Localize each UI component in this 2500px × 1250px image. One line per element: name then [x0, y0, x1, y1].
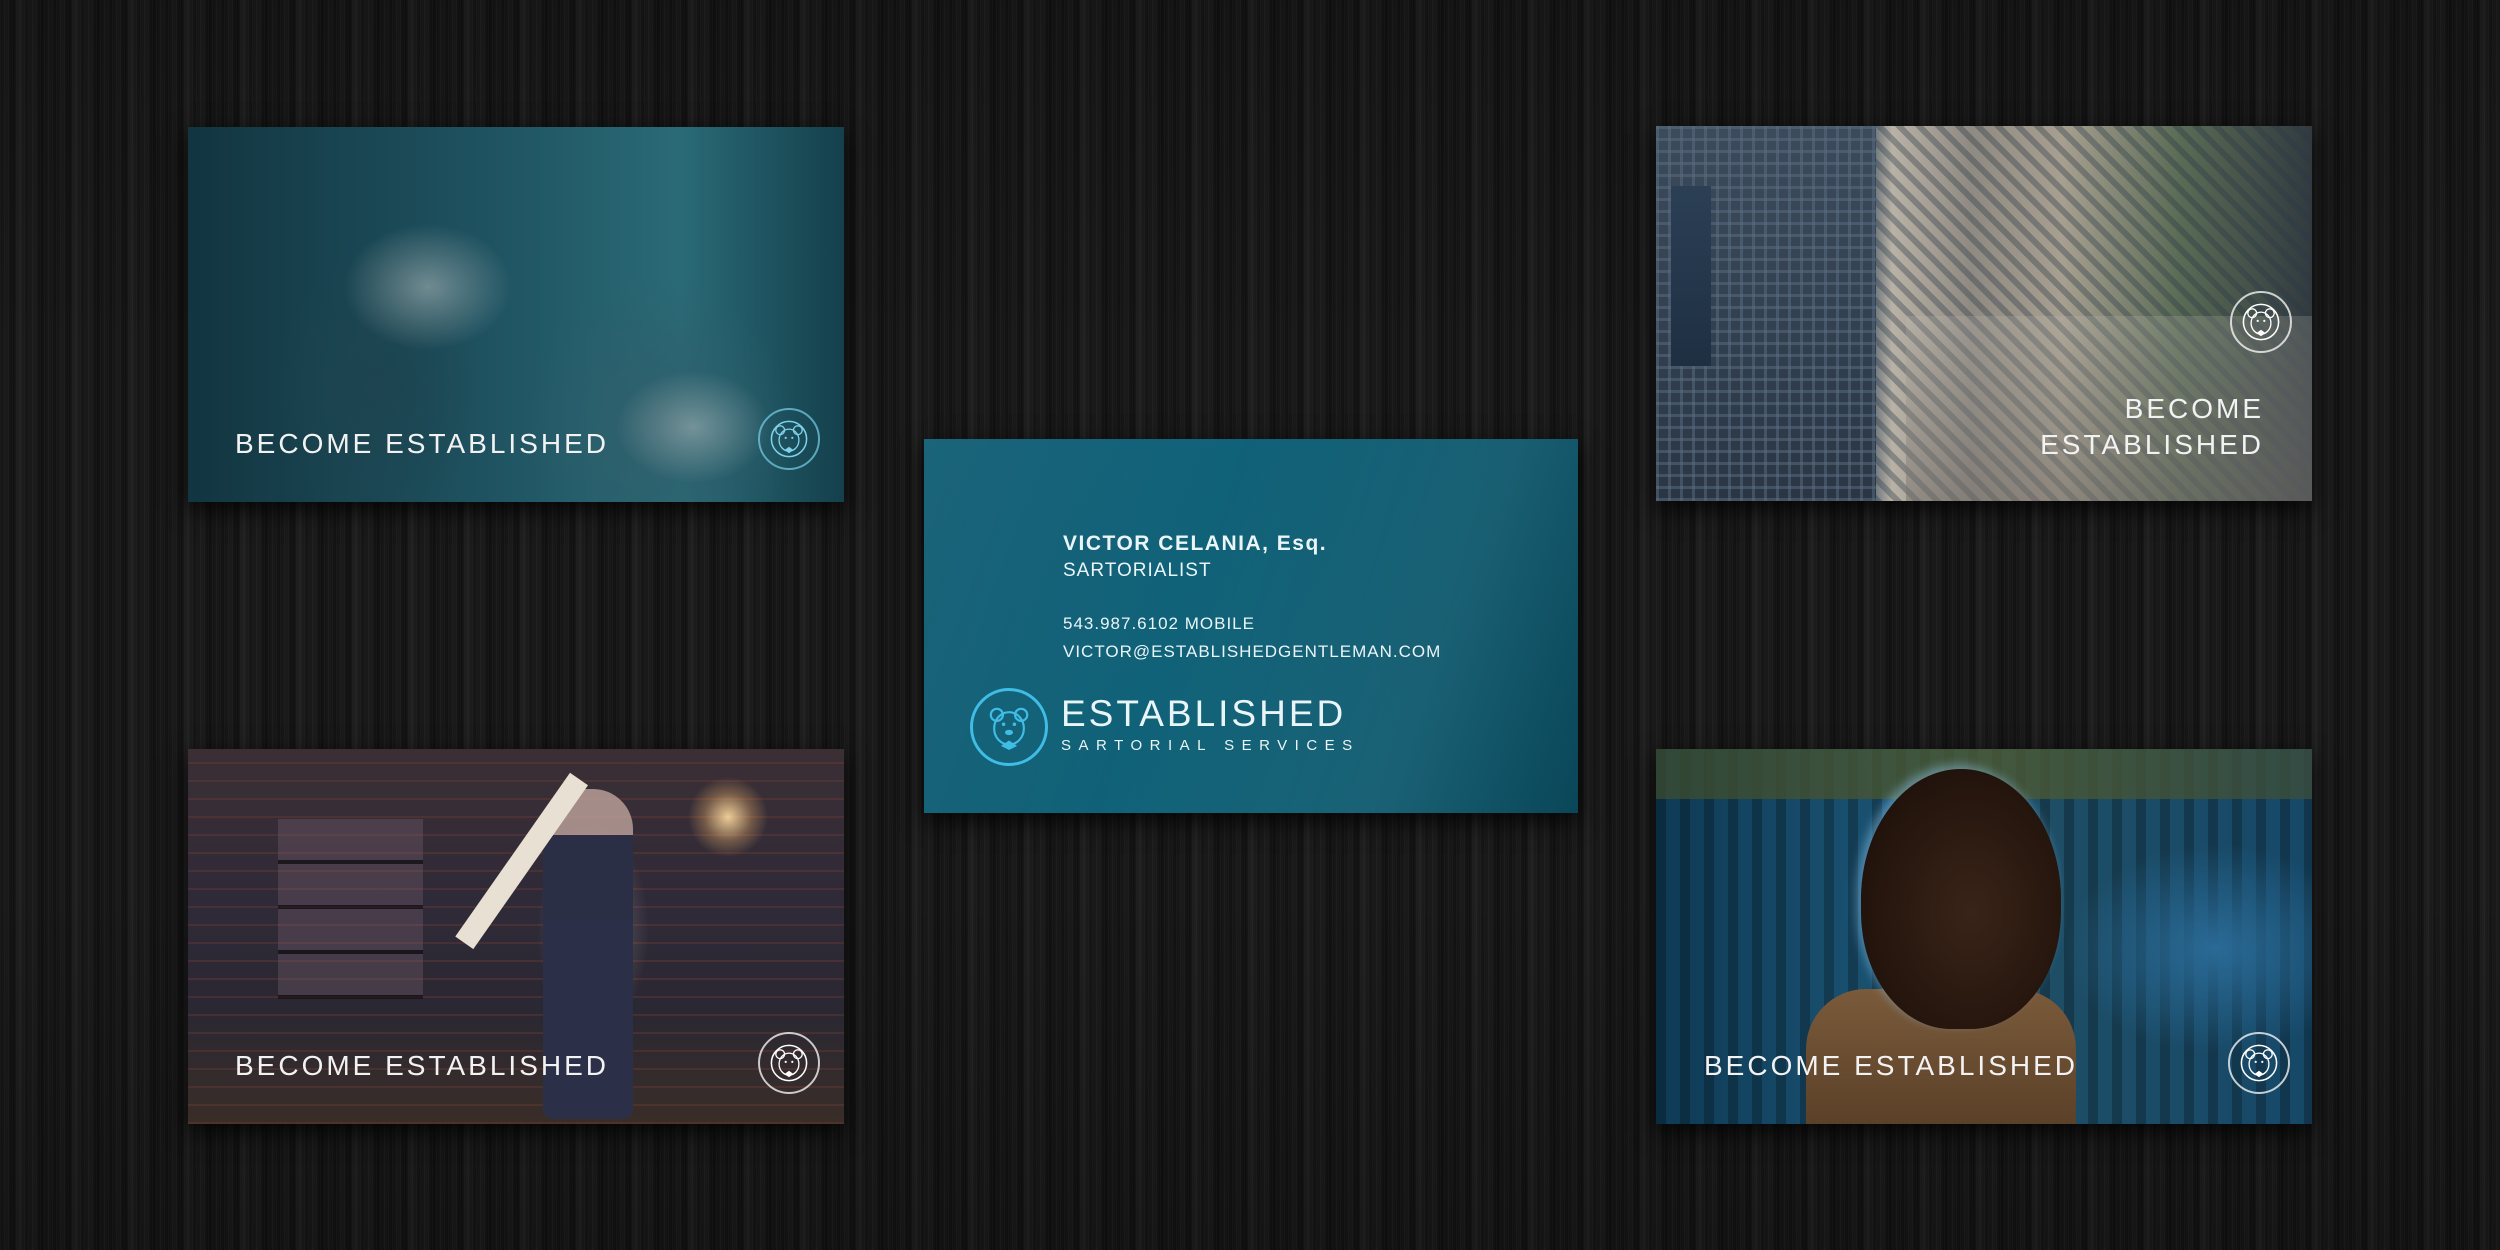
card-tagline: BECOME ESTABLISHED: [235, 428, 610, 459]
bear-crest-icon: [758, 408, 820, 470]
bear-crest-icon: [970, 688, 1048, 766]
card-tagline: BECOME ESTABLISHED: [235, 1050, 610, 1081]
bookshelf: [278, 819, 423, 999]
card-contact: VICTOR CELANIA, Esq. SARTORIALIST 543.98…: [924, 439, 1578, 813]
card-tagline: BECOME ESTABLISHED: [2004, 391, 2264, 463]
bear-crest-icon: [2230, 291, 2292, 353]
bear-crest-icon: [2228, 1032, 2290, 1094]
contact-name: VICTOR CELANIA, Esq.: [1063, 532, 1328, 555]
brand-logo: ESTABLISHED SARTORIAL SERVICES: [1061, 693, 1360, 754]
card-top-left: BECOME ESTABLISHED: [188, 127, 844, 502]
card-bottom-right: BECOME ESTABLISHED: [1656, 749, 2312, 1124]
brand-subtitle: SARTORIAL SERVICES: [1061, 737, 1360, 754]
portrait-head: [1861, 769, 2061, 1029]
bear-crest-icon: [758, 1032, 820, 1094]
card-top-right: BECOME ESTABLISHED: [1656, 126, 2312, 501]
tagline-line-1: BECOME: [2124, 393, 2264, 424]
tie: [1671, 186, 1711, 366]
brand-name: ESTABLISHED: [1061, 693, 1347, 734]
contact-title: SARTORIALIST: [1063, 560, 1212, 581]
contact-phone: 543.987.6102 MOBILE: [1063, 614, 1255, 633]
tagline-line-2: ESTABLISHED: [2040, 429, 2264, 460]
contact-email: VICTOR@ESTABLISHEDGENTLEMAN.COM: [1063, 642, 1442, 661]
contact-block: VICTOR CELANIA, Esq. SARTORIALIST 543.98…: [1063, 532, 1441, 662]
card-tagline: BECOME ESTABLISHED: [1704, 1050, 2079, 1081]
card-bottom-left: BECOME ESTABLISHED: [188, 749, 844, 1124]
